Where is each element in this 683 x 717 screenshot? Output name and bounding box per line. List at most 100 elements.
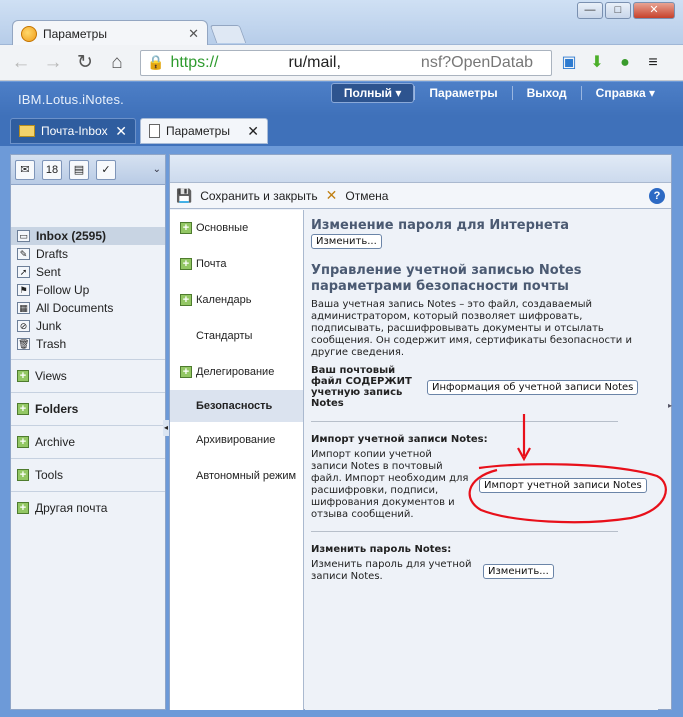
pref-nav-offline[interactable]: Автономный режим: [170, 458, 303, 494]
tab-label: Параметры: [166, 124, 230, 138]
evernote-icon[interactable]: ●: [614, 52, 636, 74]
notes-id-info-button[interactable]: Информация об учетной записи Notes: [427, 379, 639, 395]
favicon-icon: [21, 25, 37, 42]
sidebar-item-inbox[interactable]: ▭ Inbox (2595): [11, 227, 165, 245]
nav-label: Безопасность: [196, 400, 273, 412]
change-internet-password-button[interactable]: Изменить...: [311, 234, 382, 249]
close-icon[interactable]: ✕: [247, 123, 259, 140]
sidebar-section-archive[interactable]: + Archive: [11, 432, 165, 452]
pref-nav-delegation[interactable]: + Делегирование: [170, 354, 303, 390]
contacts-icon[interactable]: ▤: [69, 159, 89, 180]
expand-icon[interactable]: +: [180, 366, 192, 378]
help-icon[interactable]: ?: [649, 187, 665, 204]
nav-label: Календарь: [196, 294, 252, 306]
logout-link[interactable]: Выход: [511, 86, 581, 100]
section-label: Tools: [35, 468, 64, 482]
pref-nav-archiving[interactable]: Архивирование: [170, 422, 303, 458]
forward-arrow-icon[interactable]: →: [40, 50, 66, 76]
home-icon[interactable]: ⌂: [104, 50, 130, 76]
pref-nav-calendar[interactable]: + Календарь: [170, 282, 303, 318]
sidebar-item-drafts[interactable]: ✎ Drafts: [11, 245, 165, 263]
menu-icon[interactable]: ≡: [642, 52, 664, 74]
url-scheme: https://: [170, 53, 219, 71]
flag-icon: ⚑: [17, 284, 30, 296]
sidebar-section-other-mail[interactable]: + Другая почта: [11, 498, 165, 518]
tab-label: Почта-Inbox: [41, 124, 108, 138]
download-icon[interactable]: ⬇: [586, 52, 608, 74]
annotation-arrow: [517, 414, 531, 462]
action-bar: 💾 Сохранить и закрыть ✕ Отмена ?: [170, 183, 671, 209]
close-window-button[interactable]: ✕: [633, 2, 675, 19]
change-notes-password-description: Изменить пароль для учетной записи Notes…: [311, 559, 472, 582]
sidebar-item-junk[interactable]: ⊘ Junk: [11, 317, 165, 335]
mail-icon[interactable]: ✉: [15, 159, 35, 180]
sidebar-item-label: Follow Up: [36, 283, 90, 297]
annotation-ellipse: [468, 463, 667, 524]
save-icon: 💾: [176, 187, 193, 203]
sidebar-item-sent[interactable]: ➚ Sent: [11, 263, 165, 281]
sidebar-item-label: Junk: [36, 319, 62, 333]
sidebar-section-folders[interactable]: + Folders: [11, 399, 165, 419]
change-notes-password-heading: Изменить пароль Notes:: [311, 544, 452, 555]
browser-titlebar: Параметры ✕ — □ ✕: [0, 0, 683, 46]
save-close-button[interactable]: Сохранить и закрыть: [200, 189, 317, 203]
close-icon[interactable]: ✕: [115, 123, 127, 140]
lock-icon: 🔒: [147, 54, 165, 70]
help-menu[interactable]: Справка ▾: [580, 86, 669, 100]
nav-label: Делегирование: [196, 366, 275, 378]
sidebar-section-views[interactable]: + Views: [11, 366, 165, 386]
pref-nav-mail[interactable]: + Почта: [170, 246, 303, 282]
sidebar-item-trash[interactable]: 🗑 Trash: [11, 335, 165, 353]
tab-preferences[interactable]: Параметры ✕: [140, 118, 268, 144]
pref-nav-basics[interactable]: + Основные: [170, 210, 303, 246]
inotes-header: IBM.Lotus.iNotes. Полный ▾ Параметры Вых…: [0, 82, 683, 116]
expand-icon[interactable]: +: [17, 436, 29, 448]
section-label: Archive: [35, 435, 76, 449]
expand-icon[interactable]: +: [17, 403, 29, 415]
sidebar-item-label: Sent: [36, 265, 61, 279]
expand-icon[interactable]: +: [180, 222, 192, 234]
inbox-icon: ▭: [17, 230, 30, 242]
reload-icon[interactable]: ↻: [72, 50, 98, 76]
browser-tab[interactable]: Параметры ✕: [12, 20, 208, 46]
todo-icon[interactable]: ✓: [96, 159, 116, 180]
scroll-arrow-icon[interactable]: ▸: [668, 398, 676, 414]
minimize-button[interactable]: —: [577, 2, 603, 19]
section-label: Views: [35, 369, 67, 383]
cancel-button[interactable]: Отмена: [345, 189, 388, 203]
sent-icon: ➚: [17, 266, 30, 278]
calendar-icon[interactable]: 18: [42, 159, 62, 180]
maximize-button[interactable]: □: [605, 2, 631, 19]
expand-icon[interactable]: +: [180, 294, 192, 306]
section-label: Другая почта: [35, 501, 108, 515]
extension-icon[interactable]: ▣: [558, 52, 580, 74]
notes-id-description: Ваша учетная запись Notes – это файл, со…: [311, 299, 632, 358]
expand-icon[interactable]: +: [180, 258, 192, 270]
junk-icon: ⊘: [17, 320, 30, 332]
brand-logo: IBM.Lotus.iNotes.: [18, 92, 124, 107]
sidebar-toolbar: ✉ 18 ▤ ✓ ⌄: [11, 155, 165, 185]
new-tab-button[interactable]: [209, 25, 247, 43]
sidebar-item-follow-up[interactable]: ⚑ Follow Up: [11, 281, 165, 299]
expand-icon[interactable]: +: [17, 370, 29, 382]
more-chevron-icon[interactable]: ⌄: [153, 164, 161, 175]
back-arrow-icon[interactable]: ←: [8, 50, 34, 76]
expand-icon[interactable]: +: [17, 502, 29, 514]
section-label: Folders: [35, 402, 79, 416]
change-notes-password-button[interactable]: Изменить...: [483, 563, 554, 579]
top-navigation: Полный ▾ Параметры Выход Справка ▾: [330, 82, 669, 104]
preferences-link[interactable]: Параметры: [414, 86, 511, 100]
nav-label: Стандарты: [196, 330, 253, 342]
preferences-nav: + Основные + Почта + Календарь Стандарты…: [170, 210, 304, 710]
mode-full-menu[interactable]: Полный ▾: [330, 83, 415, 103]
close-tab-icon[interactable]: ✕: [188, 26, 199, 42]
sidebar-item-label: All Documents: [36, 301, 114, 315]
pref-nav-security[interactable]: Безопасность: [170, 390, 303, 422]
sidebar-section-tools[interactable]: + Tools: [11, 465, 165, 485]
address-bar[interactable]: 🔒 https:// ru/mail, nsf?OpenDatab: [140, 49, 552, 76]
expand-icon[interactable]: +: [17, 469, 29, 481]
pref-nav-standards[interactable]: Стандарты: [170, 318, 303, 354]
sidebar-item-all-documents[interactable]: ▦ All Documents: [11, 299, 165, 317]
tab-mail-inbox[interactable]: Почта-Inbox ✕: [10, 118, 136, 144]
nav-label: Автономный режим: [196, 470, 297, 482]
